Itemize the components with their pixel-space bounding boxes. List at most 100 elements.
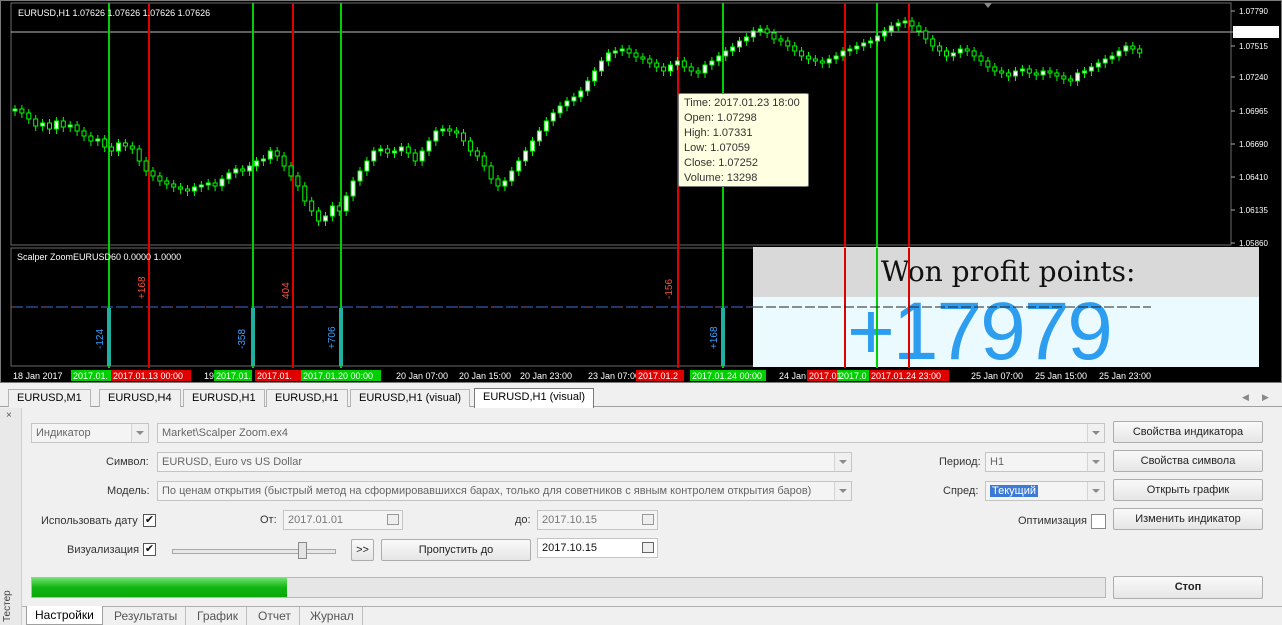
histogram-bar (107, 308, 111, 366)
tab-eurusd-h1-visual-2[interactable]: EURUSD,H1 (visual) (474, 388, 595, 408)
candle-body (164, 180, 170, 185)
calendar-icon[interactable] (387, 514, 399, 525)
from-date-input[interactable]: 2017.01.01 (283, 510, 403, 530)
tooltip-high: High: 1.07331 (684, 127, 753, 139)
open-chart-button[interactable]: Открыть график (1113, 479, 1263, 501)
profit-label: +168 (137, 276, 148, 299)
to-date-value: 2017.10.15 (542, 514, 598, 526)
candle-body (1047, 70, 1053, 74)
fast-forward-button[interactable]: >> (351, 539, 374, 561)
indicator-properties-button[interactable]: Свойства индикатора (1113, 421, 1263, 443)
candle-body (702, 64, 708, 74)
candle-body (405, 146, 411, 154)
calendar-icon[interactable] (642, 514, 654, 525)
tooltip-close: Close: 1.07252 (684, 157, 758, 169)
candle-body (447, 128, 453, 132)
chevron-down-icon (1087, 482, 1104, 500)
candle-body (778, 38, 784, 42)
candle-body (143, 160, 149, 172)
candle-body (295, 175, 301, 187)
candle-body (191, 186, 197, 192)
profit-label: -156 (664, 279, 675, 299)
candle-body (909, 20, 915, 27)
candle-body (419, 150, 425, 162)
candle-body (1054, 72, 1060, 77)
candle-body (95, 138, 101, 142)
candle-body (964, 48, 970, 52)
symbol-properties-button[interactable]: Свойства символа (1113, 450, 1263, 472)
period-label: Период: (939, 456, 981, 468)
speed-slider-track[interactable] (172, 549, 336, 554)
price-tick-label: 1.07626 (1239, 28, 1268, 37)
time-marker-buy-label: 2017.01.20 00:00 (303, 371, 373, 381)
candle-body (205, 182, 211, 186)
skip-to-button[interactable]: Пропустить до (381, 539, 531, 561)
chart-title: EURUSD,H1 1.07626 1.07626 1.07626 1.0762… (18, 8, 210, 18)
symbol-select[interactable]: EURUSD, Euro vs US Dollar (157, 452, 852, 472)
speed-slider-thumb[interactable] (298, 542, 307, 559)
tab-journal[interactable]: Журнал (302, 607, 363, 625)
candle-body (612, 50, 618, 54)
candle-body (640, 56, 646, 60)
period-select-value: H1 (990, 456, 1005, 468)
test-progress-bar (31, 577, 1106, 598)
candle-body (440, 128, 446, 132)
tab-results[interactable]: Результаты (106, 607, 187, 625)
candle-body (1006, 72, 1012, 77)
calendar-icon[interactable] (642, 542, 654, 553)
candle-body (288, 165, 294, 177)
loss-label: +168 (709, 326, 720, 349)
tab-report[interactable]: Отчет (250, 607, 300, 625)
candle-body (53, 120, 59, 130)
candle-body (433, 130, 439, 142)
price-tick-label: 1.06690 (1239, 140, 1268, 149)
candlesticks (12, 17, 1143, 226)
tab-scroll-right-icon[interactable]: ▶ (1262, 392, 1269, 403)
candle-body (985, 60, 991, 68)
price-tick-label: 1.06965 (1239, 107, 1268, 116)
from-date-value: 2017.01.01 (288, 514, 344, 526)
candle-body (102, 138, 108, 148)
histogram-bar (721, 308, 725, 366)
stop-button[interactable]: Стоп (1113, 576, 1263, 599)
candle-body (1137, 48, 1143, 54)
tab-eurusd-h4[interactable]: EURUSD,H4 (99, 389, 181, 407)
candle-body (737, 40, 742, 48)
spread-select[interactable]: Текущий (985, 481, 1105, 501)
type-select-value: Индикатор (36, 427, 91, 439)
candle-body (861, 42, 867, 47)
tab-graph[interactable]: График (189, 607, 247, 625)
visualization-label: Визуализация (67, 544, 140, 556)
tab-eurusd-h1-1[interactable]: EURUSD,H1 (183, 389, 265, 407)
price-chart[interactable]: +168404-156312-17-124-358+706+168-238 1.… (0, 0, 1282, 383)
candle-body (536, 130, 542, 142)
model-select[interactable]: По ценам открытия (быстрый метод на сфор… (157, 481, 852, 501)
candle-body (868, 40, 874, 44)
candle-body (530, 140, 535, 152)
candle-body (336, 205, 342, 212)
tab-eurusd-m1[interactable]: EURUSD,M1 (8, 389, 91, 407)
candle-body (730, 46, 736, 52)
candle-body (930, 38, 936, 47)
modify-indicator-button[interactable]: Изменить индикатор (1113, 508, 1263, 530)
tab-eurusd-h1-visual-1[interactable]: EURUSD,H1 (visual) (350, 389, 471, 407)
type-select[interactable]: Индикатор (31, 423, 149, 443)
period-select[interactable]: H1 (985, 452, 1105, 472)
candle-body (81, 130, 87, 137)
tab-settings[interactable]: Настройки (26, 606, 103, 625)
symbol-select-value: EURUSD, Euro vs US Dollar (162, 456, 302, 468)
tab-scroll-left-icon[interactable]: ◀ (1242, 392, 1249, 403)
skip-to-date-input[interactable]: 2017.10.15 (537, 538, 658, 558)
tab-eurusd-h1-2[interactable]: EURUSD,H1 (266, 389, 348, 407)
visualization-checkbox[interactable]: ✔ (143, 543, 156, 556)
time-marker-sell-label: 2017.01.2 (638, 371, 678, 381)
time-marker-buy-label: 2017.01. (216, 371, 251, 381)
to-date-input[interactable]: 2017.10.15 (537, 510, 658, 530)
use-date-checkbox[interactable]: ✔ (143, 514, 156, 527)
close-icon[interactable]: × (6, 410, 12, 421)
candle-body (716, 55, 722, 62)
candle-body (67, 124, 73, 128)
optimization-checkbox[interactable] (1091, 514, 1106, 529)
indicator-file-select[interactable]: Market\Scalper Zoom.ex4 (157, 423, 1105, 443)
candle-body (1019, 68, 1025, 72)
